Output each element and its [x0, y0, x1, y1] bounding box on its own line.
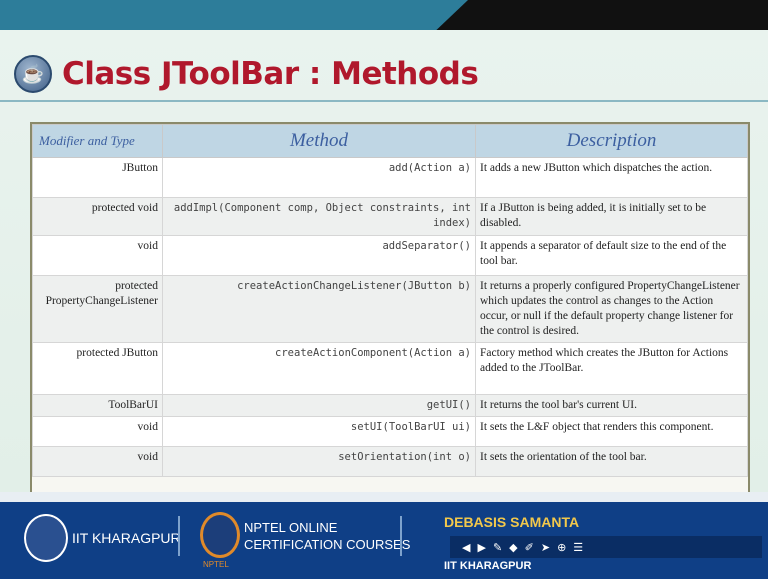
cell-method: createActionChangeListener(JButton b) [162, 275, 476, 343]
table-row: protected void addImpl(Component comp, O… [32, 197, 748, 236]
pointer-icon[interactable]: ➤ [541, 541, 550, 554]
cell-description: It sets the orientation of the tool bar. [475, 446, 748, 477]
cell-modifier: void [32, 235, 163, 276]
java-logo-icon: ☕ [14, 55, 52, 93]
cell-description: Factory method which creates the JButton… [475, 342, 748, 395]
nptel-line2: CERTIFICATION COURSES [244, 537, 411, 552]
menu-icon[interactable]: ☰ [573, 541, 583, 554]
methods-table: Modifier and Type Method Description JBu… [30, 122, 750, 510]
table-row: protected JButton createActionComponent(… [32, 342, 748, 395]
table-row: ToolBarUI getUI() It returns the tool ba… [32, 394, 748, 417]
iit-emblem-icon [24, 514, 68, 562]
pen-icon[interactable]: ✎ [493, 541, 502, 554]
footer-institute: IIT KHARAGPUR [72, 530, 181, 546]
cell-modifier: protected void [32, 197, 163, 236]
header-modifier: Modifier and Type [32, 124, 163, 158]
table-row: void setUI(ToolBarUI ui) It sets the L&F… [32, 416, 748, 447]
nptel-line1: NPTEL ONLINE [244, 520, 338, 535]
title-row: ☕ Class JToolBar : Methods [14, 50, 479, 98]
cell-modifier: JButton [32, 157, 163, 198]
table-row: protected PropertyChangeListener createA… [32, 275, 748, 343]
cell-method: add(Action a) [162, 157, 476, 198]
cell-description: It returns a properly configured Propert… [475, 275, 748, 343]
cell-description: It appends a separator of default size t… [475, 235, 748, 276]
zoom-icon[interactable]: ⊕ [557, 541, 566, 554]
cell-method: setOrientation(int o) [162, 446, 476, 477]
header-description: Description [475, 124, 748, 158]
prev-icon[interactable]: ◀ [462, 541, 470, 554]
table-row: JButton add(Action a) It adds a new JBut… [32, 157, 748, 198]
highlight-icon[interactable]: ✐ [525, 541, 534, 554]
nptel-small-label: NPTEL [203, 560, 229, 569]
cell-method: addSeparator() [162, 235, 476, 276]
cell-description: It sets the L&F object that renders this… [475, 416, 748, 447]
cell-modifier: ToolBarUI [32, 394, 163, 417]
cell-modifier: protected PropertyChangeListener [32, 275, 163, 343]
footer-divider [400, 516, 402, 556]
footer: IIT KHARAGPUR NPTEL NPTEL ONLINE CERTIFI… [0, 492, 768, 579]
cell-modifier: void [32, 416, 163, 447]
cell-method: setUI(ToolBarUI ui) [162, 416, 476, 447]
table-row: void setOrientation(int o) It sets the o… [32, 446, 748, 477]
cell-description: If a JButton is being added, it is initi… [475, 197, 748, 236]
footer-strip [0, 492, 768, 502]
footer-divider [178, 516, 180, 556]
cell-modifier: protected JButton [32, 342, 163, 395]
cell-modifier: void [32, 446, 163, 477]
slide-title: Class JToolBar : Methods [62, 56, 479, 92]
cell-description: It adds a new JButton which dispatches t… [475, 157, 748, 198]
cell-description: It returns the tool bar's current UI. [475, 394, 748, 417]
header-method: Method [162, 124, 476, 158]
slide: ☕ Class JToolBar : Methods Modifier and … [0, 30, 768, 510]
presenter-institute: IIT KHARAGPUR [444, 560, 532, 572]
cell-method: addImpl(Component comp, Object constrain… [162, 197, 476, 236]
eraser-icon[interactable]: ◆ [509, 541, 517, 554]
nptel-logo-icon [200, 512, 240, 558]
cell-method: getUI() [162, 394, 476, 417]
table-row: void addSeparator() It appends a separat… [32, 235, 748, 276]
title-underline [0, 100, 768, 102]
presenter-name: DEBASIS SAMANTA [444, 514, 580, 530]
presentation-toolbar: ◀ ▶ ✎ ◆ ✐ ➤ ⊕ ☰ [450, 536, 762, 558]
next-icon[interactable]: ▶ [477, 541, 485, 554]
cell-method: createActionComponent(Action a) [162, 342, 476, 395]
